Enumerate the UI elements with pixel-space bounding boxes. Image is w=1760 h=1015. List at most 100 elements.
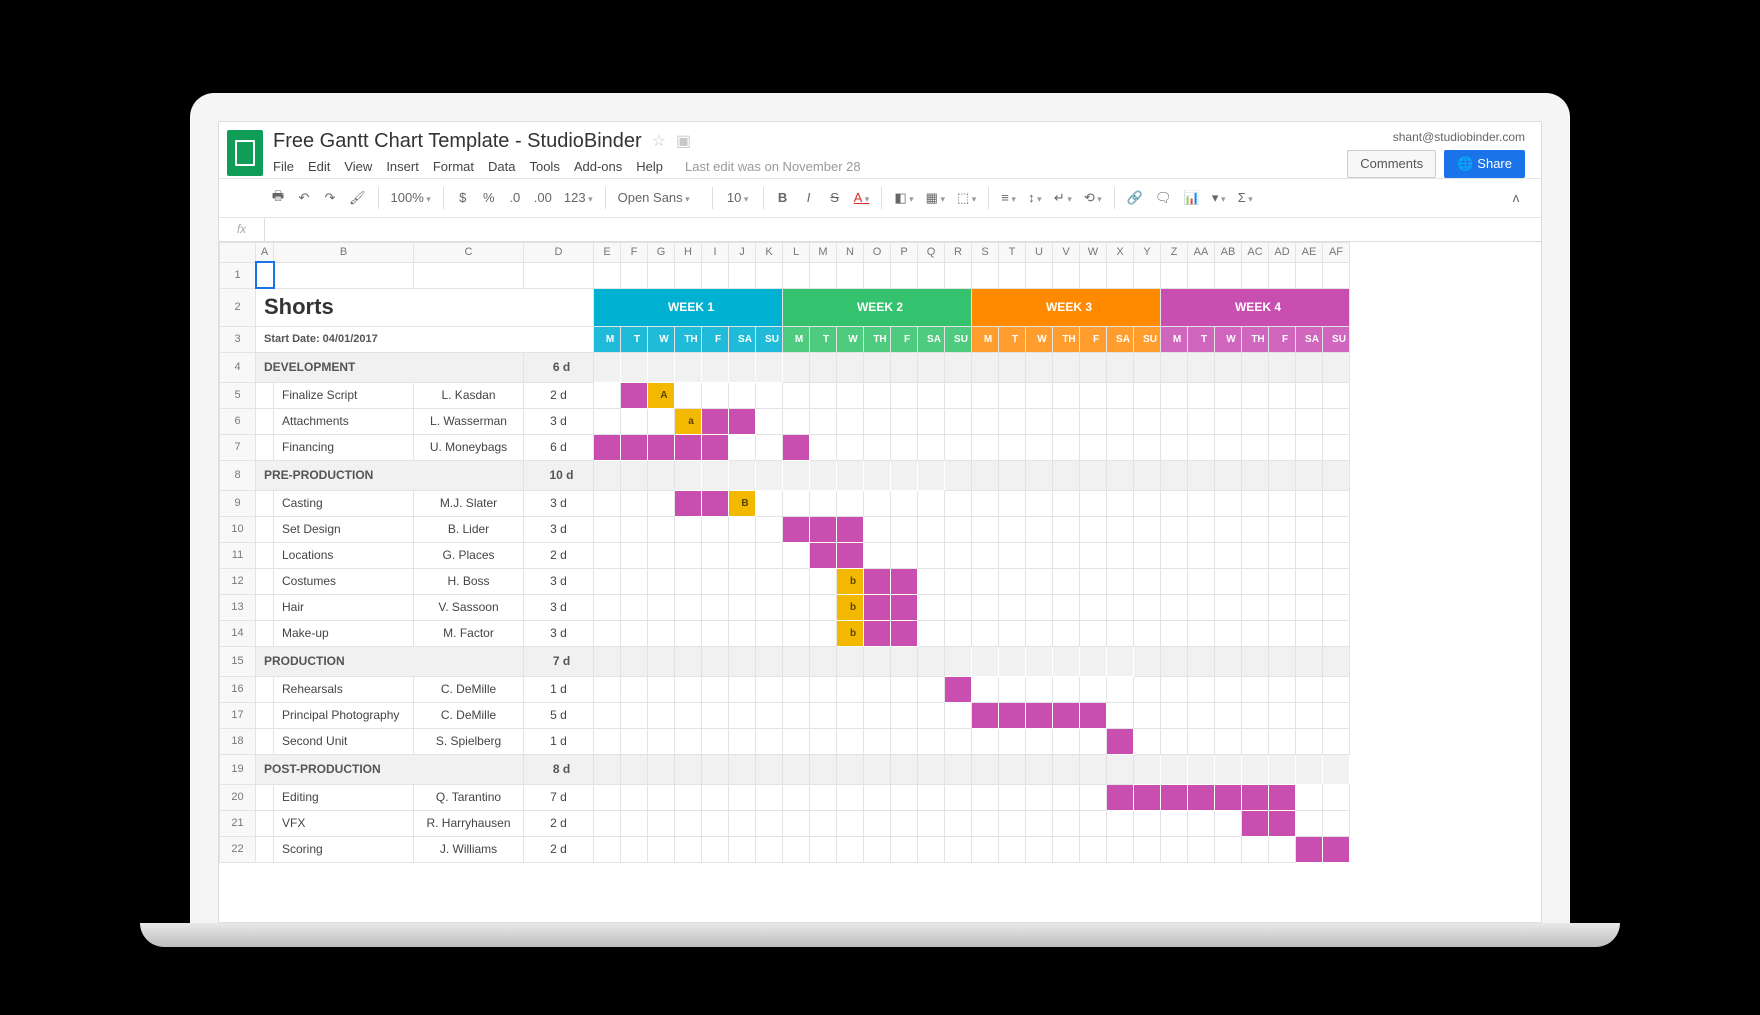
cell[interactable]	[621, 516, 648, 542]
cell[interactable]	[1242, 728, 1269, 754]
cell[interactable]	[783, 490, 810, 516]
cell[interactable]	[891, 542, 918, 568]
gantt-cell[interactable]	[783, 460, 810, 490]
column-header[interactable]: T	[999, 242, 1026, 262]
cell[interactable]	[648, 542, 675, 568]
menu-edit[interactable]: Edit	[308, 159, 330, 174]
cell[interactable]	[1080, 676, 1107, 702]
cell[interactable]	[675, 262, 702, 288]
gantt-cell[interactable]	[756, 352, 783, 382]
cell[interactable]	[756, 490, 783, 516]
cell[interactable]	[918, 784, 945, 810]
cell[interactable]	[1134, 408, 1161, 434]
column-header[interactable]: AF	[1323, 242, 1350, 262]
cell[interactable]	[864, 408, 891, 434]
cell[interactable]	[702, 810, 729, 836]
task-owner[interactable]: Q. Tarantino	[414, 784, 524, 810]
column-header[interactable]: F	[621, 242, 648, 262]
row-header[interactable]: 22	[220, 836, 256, 862]
day-header[interactable]: M	[972, 326, 999, 352]
gantt-cell[interactable]: b	[837, 620, 864, 646]
cell[interactable]	[1080, 516, 1107, 542]
cell[interactable]	[783, 568, 810, 594]
cell[interactable]	[1134, 262, 1161, 288]
cell[interactable]	[1296, 460, 1323, 490]
cell[interactable]	[1188, 620, 1215, 646]
cell[interactable]	[675, 728, 702, 754]
cell[interactable]	[756, 568, 783, 594]
gantt-cell[interactable]	[1215, 754, 1242, 784]
cell[interactable]	[1053, 620, 1080, 646]
gantt-cell[interactable]: b	[837, 594, 864, 620]
cell[interactable]	[594, 382, 621, 408]
cell[interactable]	[972, 434, 999, 460]
cell[interactable]	[864, 542, 891, 568]
cell[interactable]	[1026, 434, 1053, 460]
cell[interactable]	[1026, 262, 1053, 288]
task-name[interactable]: Costumes	[274, 568, 414, 594]
gantt-cell[interactable]	[594, 352, 621, 382]
cell[interactable]	[675, 754, 702, 784]
cell[interactable]	[1323, 568, 1350, 594]
day-header[interactable]: M	[1161, 326, 1188, 352]
cell[interactable]	[810, 646, 837, 676]
cell[interactable]	[972, 784, 999, 810]
cell[interactable]	[1053, 516, 1080, 542]
cell[interactable]	[810, 408, 837, 434]
cell[interactable]	[783, 262, 810, 288]
cell[interactable]	[783, 594, 810, 620]
cell[interactable]	[1215, 516, 1242, 542]
gantt-cell[interactable]	[1296, 754, 1323, 784]
row-header[interactable]: 10	[220, 516, 256, 542]
task-duration[interactable]: 1 d	[524, 728, 594, 754]
gantt-cell[interactable]	[702, 434, 729, 460]
cell[interactable]	[972, 382, 999, 408]
cell[interactable]	[675, 542, 702, 568]
task-owner[interactable]: V. Sassoon	[414, 594, 524, 620]
cell[interactable]	[729, 516, 756, 542]
week-header[interactable]: WEEK 2	[783, 288, 972, 326]
gantt-cell[interactable]	[1107, 646, 1134, 676]
task-name[interactable]: Principal Photography	[274, 702, 414, 728]
cell[interactable]	[1026, 568, 1053, 594]
cell[interactable]	[810, 754, 837, 784]
cell[interactable]	[756, 810, 783, 836]
gantt-cell[interactable]: A	[648, 382, 675, 408]
cell[interactable]	[1188, 352, 1215, 382]
gantt-cell[interactable]: a	[675, 408, 702, 434]
cell[interactable]	[1188, 542, 1215, 568]
cell[interactable]	[1134, 810, 1161, 836]
cell[interactable]	[1323, 594, 1350, 620]
borders-icon[interactable]: ▦	[922, 186, 949, 210]
task-owner[interactable]: S. Spielberg	[414, 728, 524, 754]
day-header[interactable]: SU	[1323, 326, 1350, 352]
task-duration[interactable]: 5 d	[524, 702, 594, 728]
cell[interactable]	[1053, 810, 1080, 836]
column-header[interactable]: P	[891, 242, 918, 262]
gantt-cell[interactable]	[1107, 784, 1134, 810]
menu-tools[interactable]: Tools	[529, 159, 559, 174]
cell[interactable]	[945, 516, 972, 542]
cell[interactable]	[1161, 568, 1188, 594]
gantt-cell[interactable]	[675, 352, 702, 382]
cell[interactable]	[675, 568, 702, 594]
cell[interactable]	[918, 836, 945, 862]
task-name[interactable]: Make-up	[274, 620, 414, 646]
cell[interactable]	[648, 594, 675, 620]
cell[interactable]	[918, 352, 945, 382]
section-name[interactable]: PRE-PRODUCTION	[256, 460, 524, 490]
cell[interactable]	[837, 810, 864, 836]
cell[interactable]	[945, 460, 972, 490]
star-icon[interactable]: ☆	[652, 131, 666, 151]
cell[interactable]	[783, 836, 810, 862]
cell[interactable]	[891, 836, 918, 862]
gantt-cell[interactable]	[756, 460, 783, 490]
column-header[interactable]: W	[1080, 242, 1107, 262]
print-icon[interactable]: 🖶	[267, 183, 289, 213]
cell[interactable]	[594, 754, 621, 784]
cell[interactable]	[918, 262, 945, 288]
cell[interactable]	[945, 702, 972, 728]
cell[interactable]	[729, 434, 756, 460]
cell[interactable]	[864, 262, 891, 288]
cell[interactable]	[675, 676, 702, 702]
